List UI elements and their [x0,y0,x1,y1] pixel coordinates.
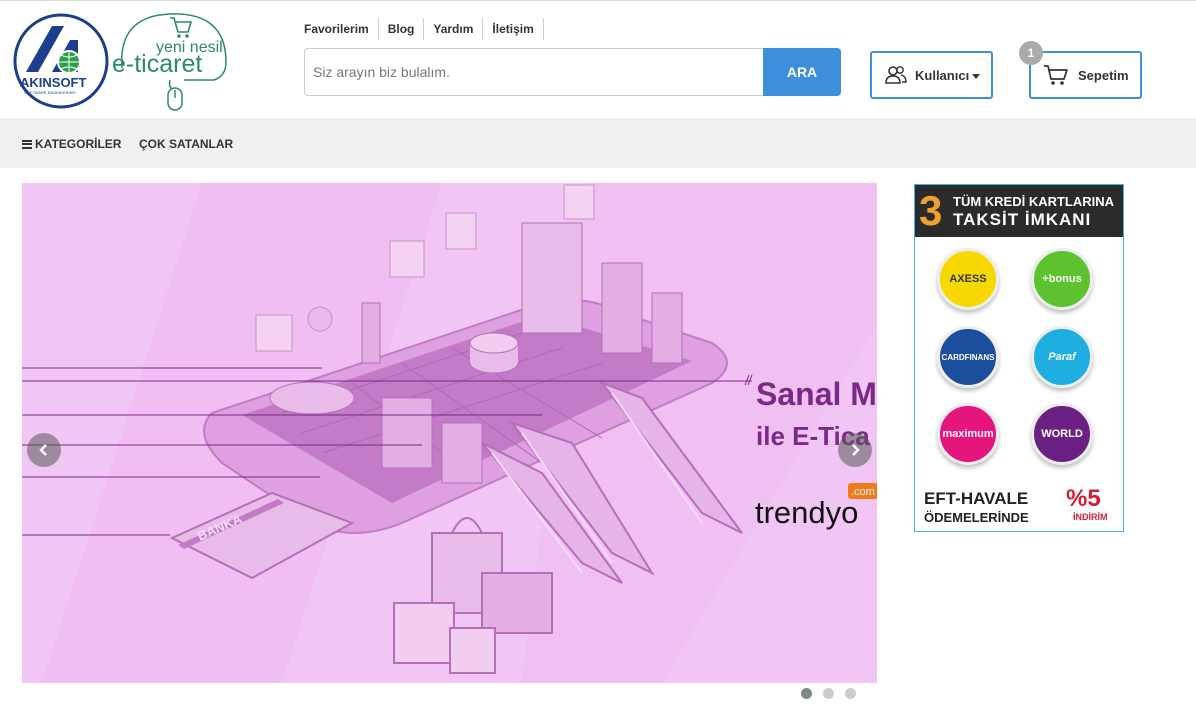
users-icon [885,66,907,84]
akinsoft-logo-sub: SOFTWARE ENGINEERING [24,90,76,95]
chevron-right-icon [852,444,860,456]
chevron-left-icon [39,444,47,456]
eticaret-logo[interactable]: yeni nesil e-ticaret [108,12,232,114]
bestsellers-link[interactable]: ÇOK SATANLAR [139,137,233,151]
promo-footer-line-2: ÖDEMELERİNDE [924,510,1029,525]
cart-count-badge: 1 [1019,41,1043,65]
promo-header: 3 TÜM KREDİ KARTLARINA TAKSİT İMKANI [915,185,1123,237]
blog-link[interactable]: Blog [379,18,425,40]
promo-line-2: TAKSİT İMKANI [953,210,1092,229]
categories-menu[interactable]: KATEGORİLER [22,137,121,151]
paraf-card: Paraf [1031,326,1093,388]
cart-logo-icon [170,17,193,38]
favorites-link[interactable]: Favorilerim [296,18,379,40]
slider-prev-button[interactable] [27,433,61,467]
axess-card: AXESS [937,248,999,310]
akinsoft-logo-text: AKINSOFT [20,75,87,90]
akinsoft-logo[interactable]: AKINSOFT SOFTWARE ENGINEERING [12,12,110,110]
categories-label: KATEGORİLER [35,137,122,151]
slider-dot-2[interactable] [823,688,834,699]
hamburger-icon [22,139,32,149]
contact-link[interactable]: İletişim [483,18,544,40]
installment-promo-banner[interactable]: 3 TÜM KREDİ KARTLARINA TAKSİT İMKANI AXE… [914,184,1124,532]
top-links: Favorilerim Blog Yardım İletişim [296,18,544,40]
slider-dot-3[interactable] [845,688,856,699]
cardfinans-card: CARDFINANS [937,326,999,388]
slider-pagination [801,688,867,699]
search-button[interactable]: ARA [763,48,841,96]
promo-discount: %5 [1066,485,1101,512]
cart-label: Sepetim [1078,67,1129,83]
top-border [0,0,1196,1]
cart-button[interactable]: Sepetim [1029,51,1142,99]
slider-illustration: BANKA Sanal M ile E-Tica .com trendyo [22,183,877,683]
slider-dot-1[interactable] [801,688,812,699]
help-link[interactable]: Yardım [424,18,484,40]
promo-footer-line-1: EFT-HAVALE [924,489,1029,508]
world-card: WORLD [1031,403,1093,465]
search-input[interactable] [304,48,763,96]
search-bar: ARA [304,48,841,96]
user-menu-label: Kullanıcı [915,67,970,83]
cart-icon [1044,65,1068,85]
hero-slider[interactable]: BANKA Sanal M ile E-Tica .com trendyo [22,183,877,683]
promo-number: 3 [919,187,943,234]
slider-brand-text: trendyo [755,495,858,530]
slider-headline-1: Sanal M [756,376,877,412]
chevron-down-icon [972,73,981,79]
user-menu-button[interactable]: Kullanıcı [870,51,993,99]
slider-next-button[interactable] [838,433,872,467]
promo-line-1: TÜM KREDİ KARTLARINA [953,194,1115,209]
eticaret-logo-main: e-ticaret [112,50,202,78]
maximum-card: maximum [937,403,999,465]
bonus-card: +bonus [1031,248,1093,310]
promo-discount-label: İNDİRİM [1073,512,1108,522]
